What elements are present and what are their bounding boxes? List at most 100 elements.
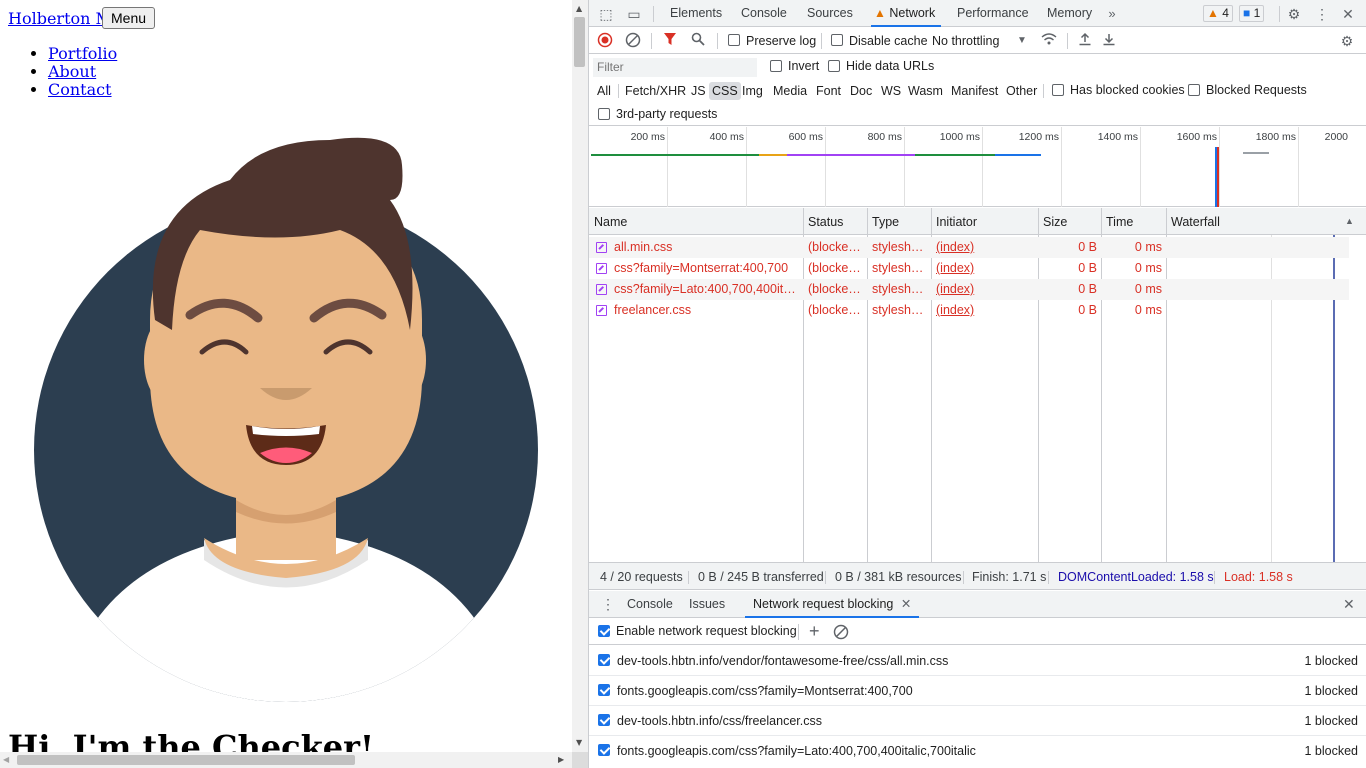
pattern-enabled-checkbox[interactable] xyxy=(598,684,610,696)
nav-link-contact[interactable]: Contact xyxy=(48,80,112,99)
type-filter-media[interactable]: Media xyxy=(770,82,810,100)
type-filter-font[interactable]: Font xyxy=(813,82,844,100)
hide-data-urls-checkbox[interactable] xyxy=(828,60,840,72)
type-filter-other[interactable]: Other xyxy=(1003,82,1040,100)
invert-checkbox[interactable] xyxy=(770,60,782,72)
column-header-time[interactable]: Time xyxy=(1101,208,1133,235)
tab-console[interactable]: Console xyxy=(741,0,787,27)
column-header-name[interactable]: Name xyxy=(589,208,627,235)
divider xyxy=(1279,6,1280,22)
request-size: 0 B xyxy=(1078,303,1097,317)
table-row[interactable]: freelancer.css (blocked... stylesheet (i… xyxy=(589,300,1349,321)
messages-badge[interactable]: ■ 1 xyxy=(1239,5,1265,22)
network-settings-gear-icon[interactable]: ⚙ xyxy=(1338,32,1356,50)
export-har-icon[interactable] xyxy=(1100,32,1118,50)
table-row[interactable]: css?family=Lato:400,700,400italic... (bl… xyxy=(589,279,1349,300)
inspect-element-icon[interactable]: ⬚ xyxy=(597,5,615,23)
close-tab-icon[interactable]: ✕ xyxy=(901,597,911,611)
blocked-pattern-row[interactable]: dev-tools.hbtn.info/css/freelancer.css 1… xyxy=(589,706,1366,736)
scroll-down-arrow-icon[interactable]: ▼ xyxy=(576,738,582,747)
throttling-select[interactable]: No throttling xyxy=(932,28,999,54)
drawer-tab-issues[interactable]: Issues xyxy=(689,591,725,618)
type-filter-doc[interactable]: Doc xyxy=(847,82,875,100)
pattern-enabled-checkbox[interactable] xyxy=(598,654,610,666)
device-toolbar-icon[interactable]: ▭ xyxy=(625,5,643,23)
hide-data-urls-label: Hide data URLs xyxy=(846,59,935,73)
table-row[interactable]: css?family=Montserrat:400,700 (blocked..… xyxy=(589,258,1349,279)
tab-elements[interactable]: Elements xyxy=(670,0,722,27)
messages-count: 1 xyxy=(1253,6,1261,20)
tab-performance[interactable]: Performance xyxy=(957,0,1029,27)
tab-sources[interactable]: Sources xyxy=(807,0,853,27)
type-filter-fetch-xhr[interactable]: Fetch/XHR xyxy=(622,82,689,100)
tab-memory[interactable]: Memory xyxy=(1047,0,1092,27)
third-party-checkbox[interactable] xyxy=(598,108,610,120)
close-drawer-icon[interactable]: ✕ xyxy=(1343,596,1355,613)
chevron-down-icon[interactable]: ▼ xyxy=(1013,32,1031,50)
nav-link-about[interactable]: About xyxy=(48,62,96,81)
blocked-pattern-row[interactable]: fonts.googleapis.com/css?family=Lato:400… xyxy=(589,736,1366,766)
type-filter-js[interactable]: JS xyxy=(688,82,709,100)
blocked-pattern-row[interactable]: fonts.googleapis.com/css?family=Montserr… xyxy=(589,676,1366,706)
scroll-right-arrow-icon[interactable]: ▶ xyxy=(558,755,564,764)
request-size: 0 B xyxy=(1078,240,1097,254)
filter-input[interactable] xyxy=(593,58,757,77)
type-filter-manifest[interactable]: Manifest xyxy=(948,82,1001,100)
search-icon[interactable] xyxy=(689,32,707,50)
gear-icon[interactable]: ⚙ xyxy=(1285,5,1303,23)
drawer-menu-icon[interactable]: ⋮ xyxy=(601,596,615,613)
network-conditions-icon[interactable] xyxy=(1040,32,1058,50)
blocked-pattern-url: dev-tools.hbtn.info/vendor/fontawesome-f… xyxy=(617,654,949,668)
has-blocked-cookies-checkbox[interactable] xyxy=(1052,84,1064,96)
enable-blocking-checkbox[interactable] xyxy=(598,625,610,637)
warning-icon: ▲ xyxy=(1207,6,1219,20)
blocked-pattern-row[interactable]: dev-tools.hbtn.info/vendor/fontawesome-f… xyxy=(589,646,1366,676)
column-header-waterfall[interactable]: Waterfall xyxy=(1166,208,1220,235)
chevron-double-right-icon[interactable]: » xyxy=(1103,5,1121,23)
page-vertical-scrollbar[interactable]: ▲ ▼ xyxy=(572,0,588,752)
column-header-initiator[interactable]: Initiator xyxy=(931,208,977,235)
blocked-requests-checkbox[interactable] xyxy=(1188,84,1200,96)
divider xyxy=(1048,571,1049,584)
request-initiator-link[interactable]: (index) xyxy=(936,300,1032,321)
request-initiator-link[interactable]: (index) xyxy=(936,258,1032,279)
scroll-left-arrow-icon[interactable]: ◀ xyxy=(3,755,9,764)
sort-ascending-icon[interactable]: ▲ xyxy=(1345,216,1354,226)
blocked-pattern-url: fonts.googleapis.com/css?family=Montserr… xyxy=(617,684,913,698)
request-initiator-link[interactable]: (index) xyxy=(936,237,1032,258)
table-row[interactable]: all.min.css (blocked... stylesheet (inde… xyxy=(589,237,1349,258)
page-horizontal-scrollbar[interactable]: ◀ ▶ xyxy=(0,752,572,768)
drawer-tab-console[interactable]: Console xyxy=(627,591,673,618)
clear-icon[interactable] xyxy=(624,32,642,50)
network-overview-timeline[interactable]: 200 ms 400 ms 600 ms 800 ms 1000 ms 1200… xyxy=(589,127,1366,207)
request-initiator-link[interactable]: (index) xyxy=(936,279,1032,300)
add-pattern-icon[interactable]: + xyxy=(809,621,820,641)
pattern-enabled-checkbox[interactable] xyxy=(598,744,610,756)
record-stop-icon[interactable] xyxy=(596,32,614,50)
disable-cache-checkbox[interactable] xyxy=(831,34,843,46)
type-filter-css[interactable]: CSS xyxy=(709,82,741,100)
warnings-badge[interactable]: ▲ 4 xyxy=(1203,5,1233,22)
kebab-menu-icon[interactable]: ⋮ xyxy=(1313,5,1331,23)
column-header-type[interactable]: Type xyxy=(867,208,899,235)
column-header-status[interactable]: Status xyxy=(803,208,843,235)
import-har-icon[interactable] xyxy=(1076,32,1094,50)
nav-link-portfolio[interactable]: Portfolio xyxy=(48,44,117,63)
filter-icon[interactable] xyxy=(661,32,679,50)
scroll-thumb[interactable] xyxy=(574,17,585,67)
remove-all-patterns-icon[interactable] xyxy=(833,624,849,643)
close-icon[interactable]: ✕ xyxy=(1339,5,1357,23)
tab-network[interactable]: ▲ Network xyxy=(871,0,942,27)
type-filter-img[interactable]: Img xyxy=(739,82,766,100)
type-filter-all[interactable]: All xyxy=(594,82,614,100)
drawer-tab-network-request-blocking[interactable]: Network request blocking ✕ xyxy=(745,591,920,618)
menu-button[interactable]: Menu xyxy=(102,7,156,29)
timeline-tick-label: 1600 ms xyxy=(1176,131,1217,143)
pattern-enabled-checkbox[interactable] xyxy=(598,714,610,726)
preserve-log-checkbox[interactable] xyxy=(728,34,740,46)
type-filter-ws[interactable]: WS xyxy=(878,82,904,100)
scroll-up-arrow-icon[interactable]: ▲ xyxy=(576,4,582,13)
type-filter-wasm[interactable]: Wasm xyxy=(905,82,946,100)
scroll-thumb[interactable] xyxy=(17,755,355,765)
column-header-size[interactable]: Size xyxy=(1038,208,1067,235)
